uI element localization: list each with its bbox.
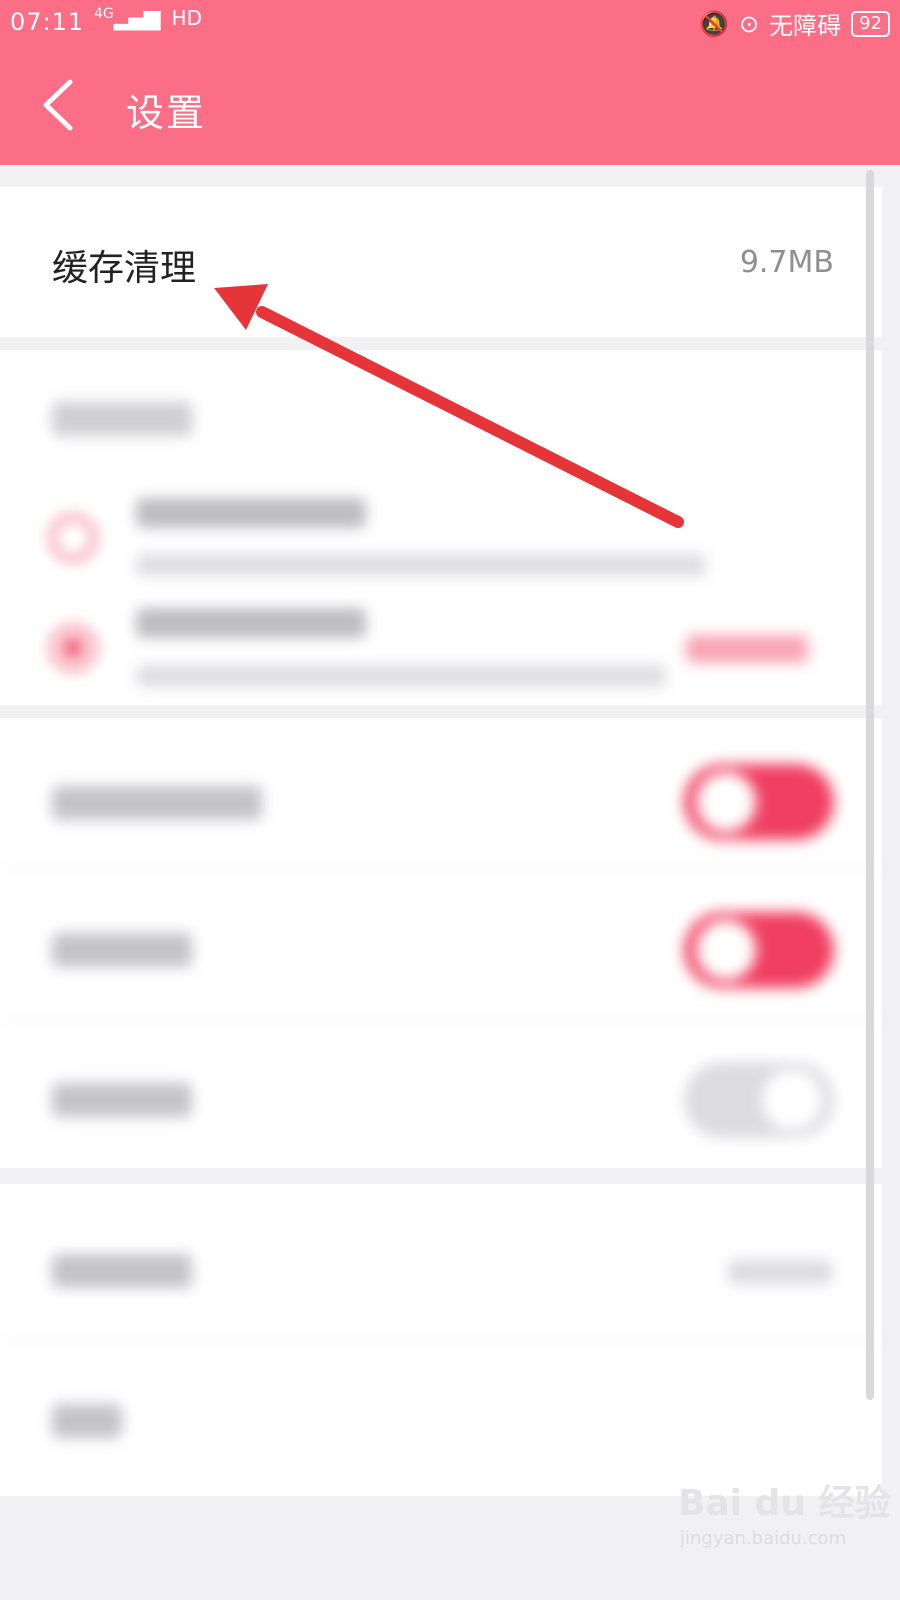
baidu-logo: Bai du 经验 [678,1483,891,1524]
watermark-url: jingyan.baidu.com [680,1528,847,1549]
annotation-arrow-icon [214,284,684,528]
